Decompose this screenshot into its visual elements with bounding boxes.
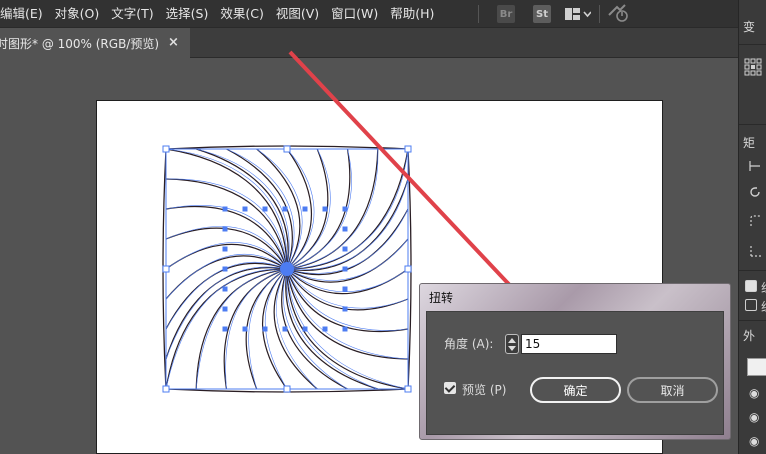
- selection-handle: [162, 265, 170, 273]
- anchor-point: [262, 326, 268, 332]
- properties-panel: 变 矩 组 组 外 ◉ ◉ ◉: [738, 0, 766, 454]
- angle-label: 角度 (A):: [444, 337, 494, 351]
- transform-panel-label[interactable]: 变: [743, 18, 766, 35]
- menu-select[interactable]: 选择(S): [160, 0, 215, 28]
- anchor-point: [222, 286, 228, 292]
- panel-divider: [739, 270, 766, 271]
- anchor-point: [302, 326, 308, 332]
- selection-handle: [162, 145, 170, 153]
- anchor-point: [342, 266, 348, 272]
- panel-checkbox-2-label: 组: [761, 298, 766, 315]
- document-tab[interactable]: 时图形* @ 100% (RGB/预览) ×: [0, 28, 190, 58]
- reference-point-icon[interactable]: [744, 58, 762, 79]
- anchor-point: [322, 206, 328, 212]
- selection-handle: [283, 145, 291, 153]
- chevron-up-icon[interactable]: [508, 338, 516, 343]
- menu-effect[interactable]: 效果(C): [214, 0, 269, 28]
- menu-object[interactable]: 对象(O): [49, 0, 106, 28]
- preview-label: 预览 (P): [462, 383, 507, 397]
- fill-swatch[interactable]: [747, 358, 766, 376]
- panel-divider: [739, 124, 766, 125]
- anchor-point: [242, 326, 248, 332]
- rectangle-section-label: 矩: [743, 136, 756, 150]
- menu-view[interactable]: 视图(V): [270, 0, 325, 28]
- close-icon[interactable]: ×: [168, 35, 179, 50]
- artwork-curve: [286, 268, 409, 360]
- gpu-performance-icon[interactable]: [608, 3, 630, 25]
- anchor-point: [342, 306, 348, 312]
- width-icon[interactable]: [749, 160, 761, 174]
- artwork-curve: [165, 205, 288, 270]
- menu-help[interactable]: 帮助(H): [384, 0, 440, 28]
- anchor-point: [342, 326, 348, 332]
- selection-handle: [404, 385, 412, 393]
- panel-checkbox-1-label: 组: [761, 279, 766, 296]
- artwork-path-outline: [282, 268, 348, 390]
- artwork-curve: [286, 148, 312, 270]
- twist-dialog: 扭转 角度 (A): 15 预览 (P) 确定 取消: [419, 283, 731, 440]
- anchor-point: [342, 226, 348, 232]
- align-icon[interactable]: [749, 246, 761, 261]
- bridge-icon[interactable]: Br: [497, 5, 515, 23]
- arrange-documents-icon[interactable]: [565, 7, 591, 21]
- document-tab-title: 时图形* @ 100% (RGB/预览): [0, 36, 160, 51]
- selection-handle: [283, 385, 291, 393]
- anchor-point: [282, 326, 288, 332]
- anchor-point: [222, 266, 228, 272]
- visibility-icon[interactable]: ◉: [749, 386, 759, 400]
- stock-icon[interactable]: St: [533, 5, 551, 23]
- main-menu: 编辑(E) 对象(O) 文字(T) 选择(S) 效果(C) 视图(V) 窗口(W…: [0, 0, 440, 28]
- ok-button[interactable]: 确定: [530, 377, 621, 403]
- preview-checkbox[interactable]: [444, 382, 456, 394]
- cancel-button[interactable]: 取消: [627, 377, 718, 403]
- angle-stepper[interactable]: [505, 334, 519, 354]
- artwork-path-outline: [286, 178, 409, 271]
- anchor-point: [222, 246, 228, 252]
- selection-handle: [162, 385, 170, 393]
- artwork-curve: [286, 268, 409, 333]
- center-anchor: [280, 262, 294, 276]
- anchor-point: [222, 206, 228, 212]
- menu-divider: [599, 5, 600, 23]
- chevron-down-icon[interactable]: [508, 346, 516, 351]
- application-bar-icons: Br St: [470, 0, 630, 28]
- anchor-point: [262, 206, 268, 212]
- anchor-point: [342, 206, 348, 212]
- angle-input[interactable]: 15: [521, 334, 617, 354]
- anchor-point: [222, 326, 228, 332]
- artwork-path-outline: [165, 205, 288, 270]
- artwork-path-outline: [286, 268, 409, 360]
- corner-icon[interactable]: [749, 214, 761, 229]
- panel-checkbox-2[interactable]: [745, 299, 757, 311]
- dialog-title: 扭转: [429, 291, 454, 305]
- anchor-point: [282, 206, 288, 212]
- panel-divider: [739, 320, 766, 321]
- dialog-body: 角度 (A): 15 预览 (P) 确定 取消: [426, 311, 724, 435]
- panel-divider: [739, 44, 766, 45]
- rotate-icon[interactable]: [749, 186, 761, 201]
- panel-checkbox-1[interactable]: [745, 280, 757, 292]
- artwork-path-outline: [165, 178, 288, 270]
- menu-divider: [478, 5, 479, 23]
- artwork-curve: [165, 178, 288, 270]
- anchor-point: [342, 246, 348, 252]
- anchor-point: [222, 306, 228, 312]
- anchor-point: [242, 206, 248, 212]
- anchor-point: [322, 326, 328, 332]
- document-tab-bar: 时图形* @ 100% (RGB/预览) ×: [0, 28, 738, 58]
- anchor-point: [222, 226, 228, 232]
- menu-bar: 编辑(E) 对象(O) 文字(T) 选择(S) 效果(C) 视图(V) 窗口(W…: [0, 0, 738, 28]
- visibility-icon[interactable]: ◉: [749, 434, 759, 448]
- appearance-section-label: 外: [743, 329, 756, 343]
- selection-handle: [404, 265, 412, 273]
- menu-edit[interactable]: 编辑(E): [0, 0, 49, 28]
- visibility-icon[interactable]: ◉: [749, 410, 759, 424]
- anchor-point: [302, 206, 308, 212]
- selection-handle: [404, 145, 412, 153]
- anchor-point: [342, 286, 348, 292]
- menu-type[interactable]: 文字(T): [105, 0, 159, 28]
- menu-window[interactable]: 窗口(W): [325, 0, 384, 28]
